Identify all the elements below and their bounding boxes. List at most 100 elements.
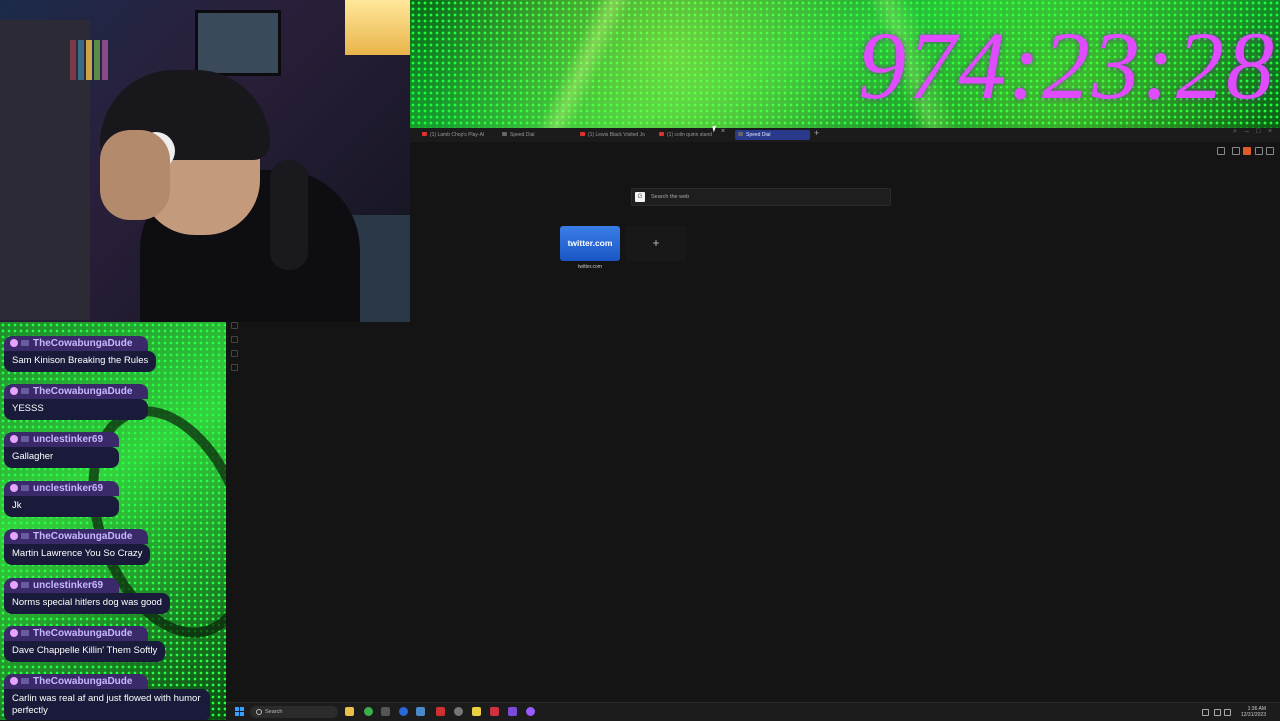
chat-badge-icon [21,630,29,636]
shield-icon[interactable] [1232,147,1240,155]
chat-message-text: Sam Kinison Breaking the Rules [4,351,157,372]
browser-tab[interactable]: (1) colin quinn stand [659,130,717,140]
taskbar-clock[interactable]: 1:36 AM 12/31/2023 [1234,706,1266,718]
chat-message-text: YESSS [4,399,149,420]
youtube-icon [659,132,664,136]
chat-message: unclestinker69 Norms special hitlers dog … [4,575,170,614]
subscriber-badge-icon [10,677,18,685]
subscriber-badge-icon [10,339,18,347]
chat-username[interactable]: TheCowabungaDude [4,626,149,641]
search-input-placeholder[interactable]: Search the web [651,189,689,205]
chat-username[interactable]: TheCowabungaDude [4,529,149,544]
browser-tab-active[interactable]: Speed Dial [735,130,810,140]
file-explorer-icon[interactable] [345,707,354,716]
subscriber-badge-icon [10,387,18,395]
maximize-icon[interactable]: □ [1256,128,1260,135]
chat-message-text: Carlin was real af and just flowed with … [4,689,210,720]
background-lamp [345,0,410,55]
minimize-icon[interactable]: – [1245,128,1249,135]
chat-background-swirl [58,383,226,661]
sidebar-notes-icon[interactable] [231,364,238,371]
chat-message: TheCowabungaDude Dave Chappelle Killin' T… [4,623,166,662]
bookmark-icon[interactable] [1217,147,1225,155]
chat-username[interactable]: TheCowabungaDude [4,384,149,399]
chat-message-text: Martin Lawrence You So Crazy [4,544,151,565]
chat-badge-icon [21,533,29,539]
chat-username[interactable]: unclestinker69 [4,432,120,447]
speed-dial-caption: twitter.com [578,264,602,270]
book [94,40,100,80]
close-tab-icon[interactable]: × [721,128,725,135]
sidebar-bookmarks-icon[interactable] [231,322,238,329]
twitch-icon[interactable] [526,707,535,716]
volume-icon[interactable] [1224,709,1231,716]
subscriber-badge-icon [10,435,18,443]
youtube-icon [580,132,585,136]
chat-message: unclestinker69 Gallagher [4,429,120,468]
start-menu-icon[interactable] [235,707,244,716]
tray-chevron-icon[interactable] [1202,709,1209,716]
book [70,40,76,80]
sidebar-history-icon[interactable] [231,336,238,343]
webcam-feed [0,0,410,322]
microphone [270,160,308,270]
chat-username[interactable]: TheCowabungaDude [4,336,149,351]
background-monitor [195,10,281,76]
app-icon[interactable] [399,707,408,716]
subscriber-badge-icon [10,629,18,637]
steam-icon[interactable] [416,707,425,716]
close-window-icon[interactable]: × [1268,128,1272,135]
chat-message: unclestinker69 Jk [4,478,120,517]
subscriber-badge-icon [10,484,18,492]
streamer-hand [100,130,170,220]
chat-username[interactable]: TheCowabungaDude [4,674,149,689]
speed-dial-icon [738,132,743,136]
download-icon[interactable] [1255,147,1263,155]
browser-tab[interactable]: (1) Lewis Black Visited Jo [580,130,650,140]
sidebar-downloads-icon[interactable] [231,350,238,357]
chat-badge-icon [21,340,29,346]
app-icon[interactable] [472,707,481,716]
menu-icon[interactable] [1266,147,1274,155]
chat-username[interactable]: unclestinker69 [4,481,120,496]
search-icon [256,709,262,715]
chat-message: TheCowabungaDude YESSS [4,381,149,420]
chat-message-text: Gallagher [4,447,120,468]
subscriber-badge-icon [10,532,18,540]
search-engine-icon: G [635,192,645,202]
chat-badge-icon [21,388,29,394]
chat-badge-icon [21,485,29,491]
chat-message-text: Jk [4,496,120,517]
chat-message: TheCowabungaDude Carlin was real af and j… [4,671,210,720]
vivaldi-icon[interactable] [490,707,499,716]
app-icon[interactable] [454,707,463,716]
app-icon[interactable] [508,707,517,716]
book [102,40,108,80]
speed-dial-icon [502,132,507,136]
web-search-box[interactable]: G Search the web [631,188,891,206]
record-shelf [0,20,90,320]
browser-tab[interactable]: (1) Lamb Chop's Play-Al [422,130,492,140]
chat-username[interactable]: unclestinker69 [4,578,120,593]
search-tabs-icon[interactable]: ⌕ [1233,128,1237,136]
taskbar-search[interactable]: Search [250,706,338,718]
chat-message: TheCowabungaDude Sam Kinison Breaking the… [4,333,157,372]
browser-tab-bar: (1) Lamb Chop's Play-Al Speed Dial (1) L… [410,128,1280,142]
network-icon[interactable] [1214,709,1221,716]
stream-overlay-banner: 974:23:28 [410,0,1280,128]
chat-badge-icon [21,582,29,588]
stream-timer: 974:23:28 [858,12,1276,119]
browser-app-icon[interactable] [364,707,373,716]
new-tab-button[interactable]: + [814,128,819,138]
add-speed-dial-button[interactable]: + [626,226,686,261]
app-icon[interactable] [436,707,445,716]
app-icon[interactable] [381,707,390,716]
extension-icon[interactable] [1243,147,1251,155]
youtube-icon [422,132,427,136]
chat-message-text: Dave Chappelle Killin' Them Softly [4,641,166,662]
windows-taskbar: Search 1:36 AM 12/31/2023 [226,702,1280,721]
chat-overlay: TheCowabungaDude Sam Kinison Breaking the… [0,322,226,720]
browser-tab[interactable]: Speed Dial [502,130,562,140]
chat-badge-icon [21,678,29,684]
speed-dial-twitter[interactable]: twitter.com [560,226,620,261]
